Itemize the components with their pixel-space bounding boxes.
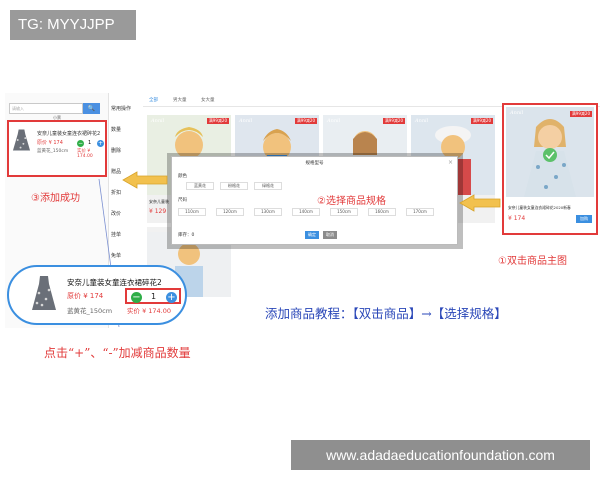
zoom-item-spec: 蓝黄花_150cm xyxy=(67,307,113,315)
annotation-step2: ②选择商品规格 xyxy=(317,196,386,207)
increase-button[interactable]: + xyxy=(97,140,104,147)
cart-item-paid: 实价 ¥ 174.00 xyxy=(77,149,93,159)
annotation-step1: ①双击商品主图 xyxy=(498,256,567,267)
cart-item-name: 安奈儿童装女童连衣裙碎花2 xyxy=(37,131,101,137)
size-option[interactable]: 170cm xyxy=(406,208,434,216)
cancel-button[interactable]: 取消 xyxy=(323,231,337,239)
product-photo xyxy=(506,107,594,197)
spec-dialog: 规格型号 × 颜色 蓝黄花 粉格花 绿格花 尺码 110cm 120cm 130… xyxy=(171,156,458,245)
ops-gift[interactable]: 赠品 xyxy=(111,168,121,175)
promo-ribbon: 满99减20 xyxy=(470,118,493,124)
product-price: ¥ 129 xyxy=(149,208,167,215)
tutorial-caption: 添加商品教程：【双击商品】→【选择规格】 xyxy=(265,306,507,321)
color-option[interactable]: 蓝黄花 xyxy=(186,182,214,190)
stock-label: 库存：0 xyxy=(178,233,195,238)
confirm-button[interactable]: 确定 xyxy=(305,231,319,239)
promo-ribbon: 满99减20 xyxy=(294,118,317,124)
zoomed-cart-item: 安奈儿童装女童连衣裙碎花2 原价 ¥ 174 − 1 + 蓝黄花_150cm 实… xyxy=(7,265,187,325)
product-title: 安奈儿童装女童连衣裙碎花2020新春 xyxy=(508,205,571,210)
zoom-item-paid: 实价 ¥ 174.00 xyxy=(127,307,172,315)
tab-boys[interactable]: 男大童 xyxy=(173,97,187,103)
product-title: 安奈儿童装 xyxy=(149,199,169,204)
pos-screenshot: 请输入 🔍 小票 安奈儿童装女童连衣裙碎花2 原价 ¥ 174 − 1 + 蓝黄… xyxy=(5,93,600,383)
size-option[interactable]: 130cm xyxy=(254,208,282,216)
search-button[interactable]: 🔍 xyxy=(83,103,100,114)
zoom-item-name: 安奈儿童装女童连衣裙碎花2 xyxy=(67,278,162,287)
cart-item[interactable]: 安奈儿童装女童连衣裙碎花2 原价 ¥ 174 − 1 + 蓝黄花_150cm 实… xyxy=(7,120,107,177)
color-option[interactable]: 粉格花 xyxy=(220,182,248,190)
size-option[interactable]: 150cm xyxy=(330,208,358,216)
promo-ribbon: 满99减20 xyxy=(569,111,592,117)
size-option[interactable]: 110cm xyxy=(178,208,206,216)
tab-all[interactable]: 全部 xyxy=(149,97,158,103)
promo-ribbon: 满99减20 xyxy=(382,118,405,124)
arrow-left-icon xyxy=(122,171,168,189)
size-label: 尺码 xyxy=(178,198,187,203)
cart-item-qty: 1 xyxy=(88,140,92,146)
quantity-stepper: − 1 + xyxy=(125,288,181,304)
cart-item-price: 原价 ¥ 174 xyxy=(37,140,63,146)
dress-thumbnail xyxy=(32,276,56,310)
decrease-button[interactable]: − xyxy=(77,140,84,147)
search-input[interactable]: 请输入 xyxy=(9,103,83,114)
promo-ribbon: 满99减20 xyxy=(206,118,229,124)
arrow-left-icon xyxy=(459,194,501,212)
ops-header: 常用操作 xyxy=(111,106,132,112)
ops-delete[interactable]: 删除 xyxy=(111,147,121,154)
highlighted-product-card[interactable]: Annil 满99减20 安奈儿童装女童连衣裙碎花2020新春 ¥ 174 加购 xyxy=(502,103,598,235)
brand-logo: Annil xyxy=(327,118,341,124)
increase-button[interactable]: + xyxy=(166,292,177,303)
dress-thumbnail xyxy=(12,129,31,151)
dialog-title: 规格型号 xyxy=(305,161,324,166)
watermark: www.adadaeducationfoundation.com xyxy=(291,440,590,470)
close-icon[interactable]: × xyxy=(448,159,453,166)
annotation-step3: ③添加成功 xyxy=(31,193,80,204)
ops-quantity[interactable]: 数量 xyxy=(111,126,121,133)
size-option[interactable]: 160cm xyxy=(368,208,396,216)
product-price: ¥ 174 xyxy=(508,215,526,222)
decrease-button[interactable]: − xyxy=(131,292,142,303)
add-button[interactable]: 加购 xyxy=(576,215,592,223)
brand-logo: Annil xyxy=(239,118,253,124)
brand-logo: Annil xyxy=(510,110,524,116)
size-option[interactable]: 140cm xyxy=(292,208,320,216)
color-option[interactable]: 绿格花 xyxy=(254,182,282,190)
color-label: 颜色 xyxy=(178,174,187,179)
quantity-value: 1 xyxy=(151,292,157,301)
tg-label: TG: MYYJJPP xyxy=(10,10,136,40)
annotation-quantity: 点击“+”、“-”加减商品数量 xyxy=(44,346,191,360)
size-option[interactable]: 120cm xyxy=(216,208,244,216)
tab-girls[interactable]: 女大童 xyxy=(201,97,215,103)
brand-logo: Annil xyxy=(151,118,165,124)
brand-logo: Annil xyxy=(415,118,429,124)
zoom-item-price: 原价 ¥ 174 xyxy=(67,292,104,300)
cart-item-spec: 蓝黄花_150cm xyxy=(37,149,69,154)
